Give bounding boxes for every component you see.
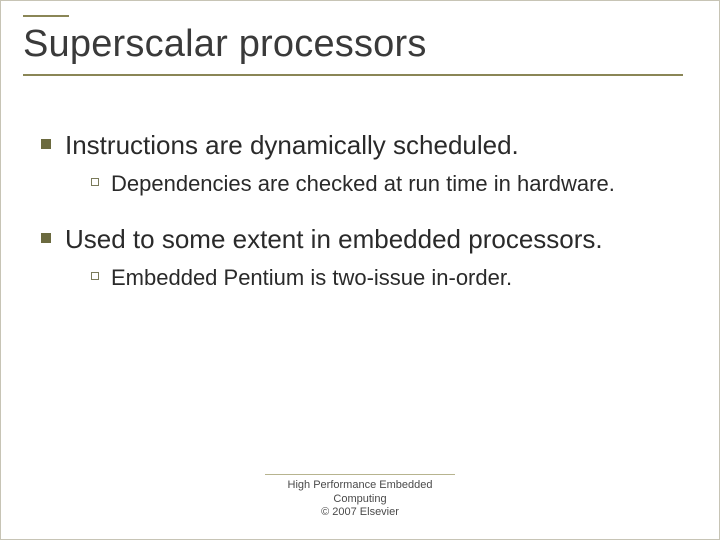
slide-body: Instructions are dynamically scheduled. … xyxy=(41,129,679,317)
footer-rule xyxy=(265,474,455,475)
hollow-square-bullet-icon xyxy=(91,178,99,186)
footer-line-2: Computing xyxy=(1,493,719,506)
sub-bullet-text: Embedded Pentium is two-issue in-order. xyxy=(111,264,512,292)
sub-bullet-group: Dependencies are checked at run time in … xyxy=(91,170,679,198)
footer-line-1: High Performance Embedded xyxy=(1,479,719,492)
slide: Superscalar processors Instructions are … xyxy=(0,0,720,540)
footer-line-3: © 2007 Elsevier xyxy=(1,506,719,519)
slide-title-block: Superscalar processors xyxy=(23,15,683,76)
bullet-text: Used to some extent in embedded processo… xyxy=(65,223,603,256)
sub-bullet-group: Embedded Pentium is two-issue in-order. xyxy=(91,264,679,292)
bullet-level2: Embedded Pentium is two-issue in-order. xyxy=(91,264,679,292)
hollow-square-bullet-icon xyxy=(91,272,99,280)
bullet-text: Instructions are dynamically scheduled. xyxy=(65,129,519,162)
square-bullet-icon xyxy=(41,139,51,149)
bullet-level1: Instructions are dynamically scheduled. xyxy=(41,129,679,162)
title-rule-bottom xyxy=(23,74,683,76)
slide-title: Superscalar processors xyxy=(23,17,683,72)
square-bullet-icon xyxy=(41,233,51,243)
sub-bullet-text: Dependencies are checked at run time in … xyxy=(111,170,615,198)
bullet-level2: Dependencies are checked at run time in … xyxy=(91,170,679,198)
bullet-level1: Used to some extent in embedded processo… xyxy=(41,223,679,256)
slide-footer: High Performance Embedded Computing © 20… xyxy=(1,474,719,519)
